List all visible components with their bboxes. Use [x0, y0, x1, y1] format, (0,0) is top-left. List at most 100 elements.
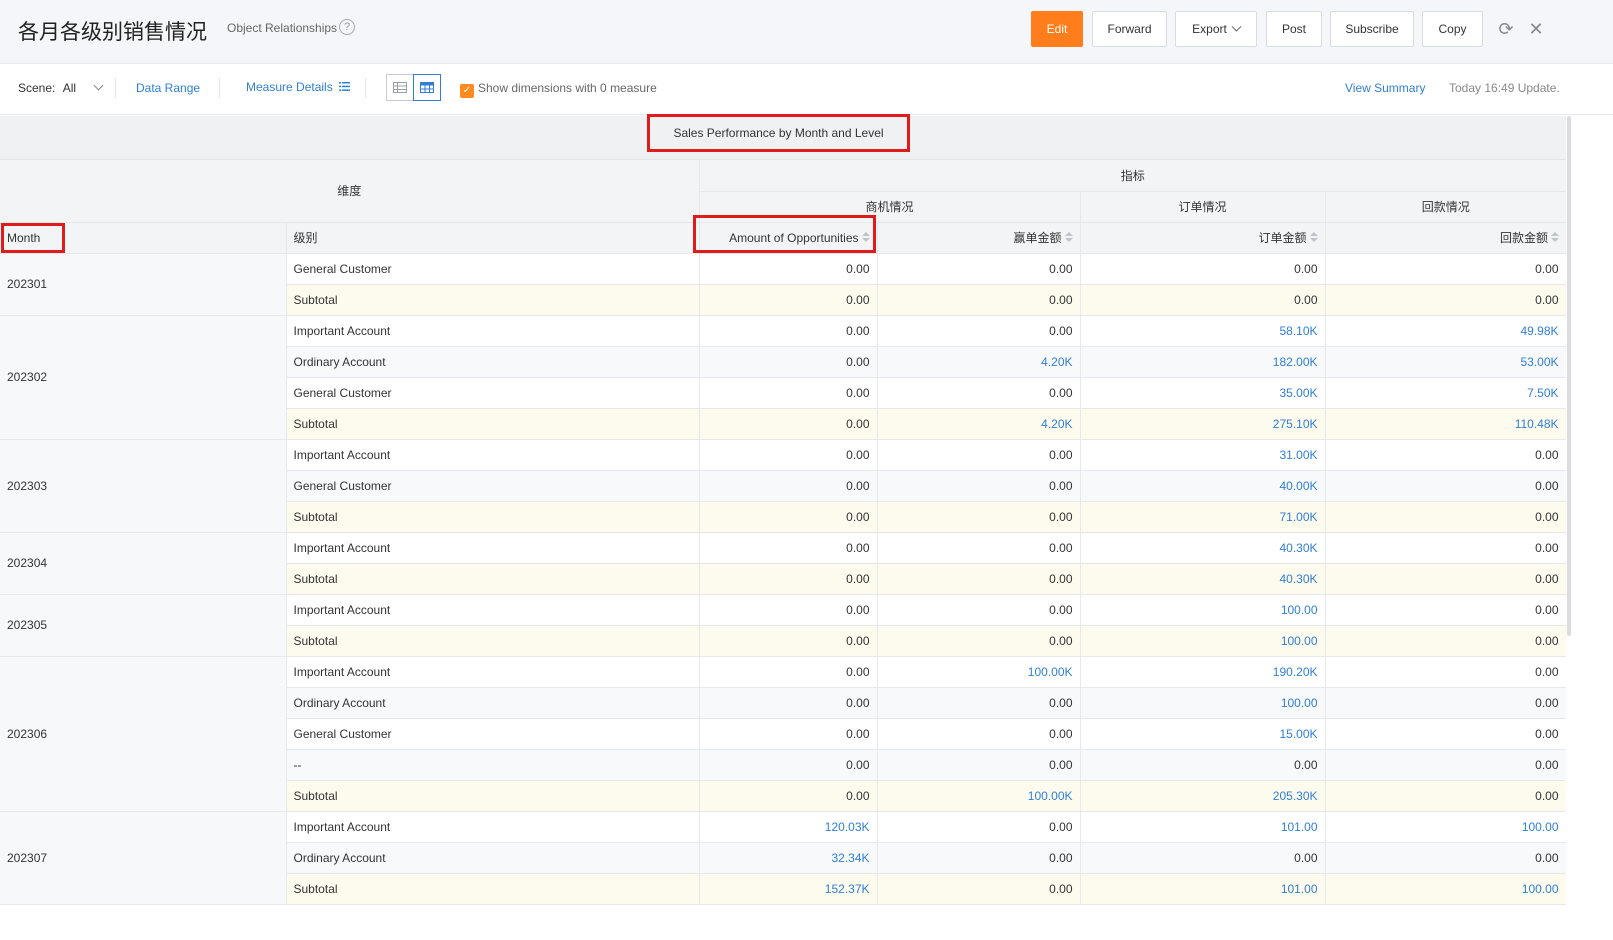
- help-icon[interactable]: ?: [339, 19, 355, 35]
- signed-value-cell: 0.00: [877, 842, 1081, 874]
- pay-value-cell: 0.00: [1325, 470, 1567, 502]
- vertical-scrollbar[interactable]: [1566, 116, 1613, 940]
- data-range-link[interactable]: Data Range: [136, 81, 200, 95]
- opp-value-cell: 0.00: [699, 315, 878, 347]
- page-title: 各月各级别销售情况: [18, 20, 207, 44]
- opp-value-cell: 0.00: [699, 656, 878, 688]
- signed-amount-header[interactable]: 赢单金额: [877, 222, 1081, 254]
- show-zero-measure-label: Show dimensions with 0 measure: [478, 81, 657, 95]
- signed-value-cell[interactable]: 4.20K: [877, 346, 1081, 378]
- order-value-cell[interactable]: 182.00K: [1080, 346, 1326, 378]
- order-value-cell[interactable]: 101.00: [1080, 873, 1326, 905]
- order-amount-header[interactable]: 订单金额: [1080, 222, 1326, 254]
- pay-value-cell: 0.00: [1325, 284, 1567, 316]
- level-cell: General Customer: [286, 253, 700, 285]
- level-cell: Subtotal: [286, 563, 700, 595]
- signed-value-cell: 0.00: [877, 253, 1081, 285]
- order-value-cell[interactable]: 40.00K: [1080, 470, 1326, 502]
- show-zero-measure-checkbox[interactable]: ✓: [460, 84, 474, 98]
- pay-value-cell: 0.00: [1325, 253, 1567, 285]
- list-view-toggle[interactable]: [386, 74, 414, 101]
- order-value-cell[interactable]: 40.30K: [1080, 532, 1326, 564]
- signed-value-cell: 0.00: [877, 315, 1081, 347]
- opportunity-group-header: 商机情况: [699, 191, 1081, 223]
- sort-icon[interactable]: [1551, 232, 1560, 244]
- export-label: Export: [1192, 22, 1227, 36]
- forward-button[interactable]: Forward: [1092, 11, 1167, 47]
- pay-value-cell[interactable]: 100.00: [1325, 811, 1567, 843]
- opp-value-cell: 0.00: [699, 594, 878, 626]
- table-row: 202301 General Customer 0.00 0.00 0.00 0.00: [0, 253, 1567, 316]
- divider: [219, 78, 220, 98]
- level-cell: Subtotal: [286, 408, 700, 440]
- grid-view-toggle[interactable]: [413, 74, 441, 101]
- order-value-cell[interactable]: 100.00: [1080, 625, 1326, 657]
- month-column-header: Month: [0, 222, 287, 254]
- sort-icon[interactable]: [861, 232, 870, 244]
- report-toolbar: Scene: All Data Range Measure Details ✓ …: [0, 64, 1613, 115]
- pay-value-cell[interactable]: 110.48K: [1325, 408, 1567, 440]
- order-value-cell[interactable]: 58.10K: [1080, 315, 1326, 347]
- level-cell: Important Account: [286, 532, 700, 564]
- level-cell: Ordinary Account: [286, 346, 700, 378]
- opp-value-cell[interactable]: 120.03K: [699, 811, 878, 843]
- order-value-cell[interactable]: 275.10K: [1080, 408, 1326, 440]
- close-icon[interactable]: ✕: [1525, 18, 1547, 40]
- order-value-cell[interactable]: 31.00K: [1080, 439, 1326, 471]
- pay-value-cell: 0.00: [1325, 718, 1567, 750]
- pay-value-cell[interactable]: 100.00: [1325, 873, 1567, 905]
- signed-value-cell[interactable]: 4.20K: [877, 408, 1081, 440]
- divider: [365, 78, 366, 98]
- opp-value-cell[interactable]: 152.37K: [699, 873, 878, 905]
- opp-value-cell[interactable]: 32.34K: [699, 842, 878, 874]
- order-value-cell[interactable]: 35.00K: [1080, 377, 1326, 409]
- signed-value-cell[interactable]: 100.00K: [877, 656, 1081, 688]
- sort-icon[interactable]: [1064, 232, 1073, 244]
- table-row: 202306 Important Account 0.00 100.00K 190.20…: [0, 656, 1567, 812]
- signed-value-cell[interactable]: 100.00K: [877, 780, 1081, 812]
- level-cell: Subtotal: [286, 501, 700, 533]
- level-cell: Important Account: [286, 594, 700, 626]
- export-button[interactable]: Export: [1175, 11, 1257, 47]
- sort-icon[interactable]: [1309, 232, 1318, 244]
- table-row: 202302 Important Account 0.00 0.00 58.10K 49.…: [0, 315, 1567, 440]
- edit-button[interactable]: Edit: [1031, 11, 1083, 47]
- order-value-cell[interactable]: 190.20K: [1080, 656, 1326, 688]
- subscribe-button[interactable]: Subscribe: [1330, 11, 1414, 47]
- pay-value-cell: 0.00: [1325, 532, 1567, 564]
- measure-details-link[interactable]: Measure Details: [246, 80, 351, 94]
- opportunity-amount-header[interactable]: Amount of Opportunities: [699, 222, 878, 254]
- post-button[interactable]: Post: [1266, 11, 1322, 47]
- month-cell: 202303: [0, 439, 287, 533]
- signed-value-cell: 0.00: [877, 873, 1081, 905]
- month-cell: 202307: [0, 811, 287, 905]
- table-row: 202307 Important Account 120.03K 0.00 101.00…: [0, 811, 1567, 905]
- order-value-cell[interactable]: 71.00K: [1080, 501, 1326, 533]
- list-icon: [339, 82, 351, 91]
- opp-value-cell: 0.00: [699, 470, 878, 502]
- refresh-icon[interactable]: ⟳: [1495, 18, 1517, 40]
- order-value-cell[interactable]: 40.30K: [1080, 563, 1326, 595]
- opp-value-cell: 0.00: [699, 625, 878, 657]
- object-relationships-link[interactable]: Object Relationships: [227, 21, 337, 35]
- signed-value-cell: 0.00: [877, 718, 1081, 750]
- payment-amount-header[interactable]: 回款金额: [1325, 222, 1567, 254]
- order-value-cell[interactable]: 101.00: [1080, 811, 1326, 843]
- pay-value-cell: 0.00: [1325, 780, 1567, 812]
- order-value-cell: 0.00: [1080, 842, 1326, 874]
- order-value-cell[interactable]: 100.00: [1080, 594, 1326, 626]
- order-value-cell: 0.00: [1080, 253, 1326, 285]
- dimension-group-header: 维度: [0, 160, 700, 223]
- scrollbar-thumb[interactable]: [1567, 116, 1571, 636]
- pay-value-cell[interactable]: 49.98K: [1325, 315, 1567, 347]
- copy-button[interactable]: Copy: [1422, 11, 1483, 47]
- pay-value-cell[interactable]: 53.00K: [1325, 346, 1567, 378]
- pivot-table: 维度 指标 商机情况 订单情况 回款情况 Month 级别 Amount of …: [0, 160, 1567, 905]
- view-summary-link[interactable]: View Summary: [1345, 81, 1425, 95]
- order-value-cell[interactable]: 100.00: [1080, 687, 1326, 719]
- pay-value-cell[interactable]: 7.50K: [1325, 377, 1567, 409]
- order-value-cell[interactable]: 205.30K: [1080, 780, 1326, 812]
- scene-selector[interactable]: Scene: All: [18, 80, 104, 95]
- signed-value-cell: 0.00: [877, 377, 1081, 409]
- order-value-cell[interactable]: 15.00K: [1080, 718, 1326, 750]
